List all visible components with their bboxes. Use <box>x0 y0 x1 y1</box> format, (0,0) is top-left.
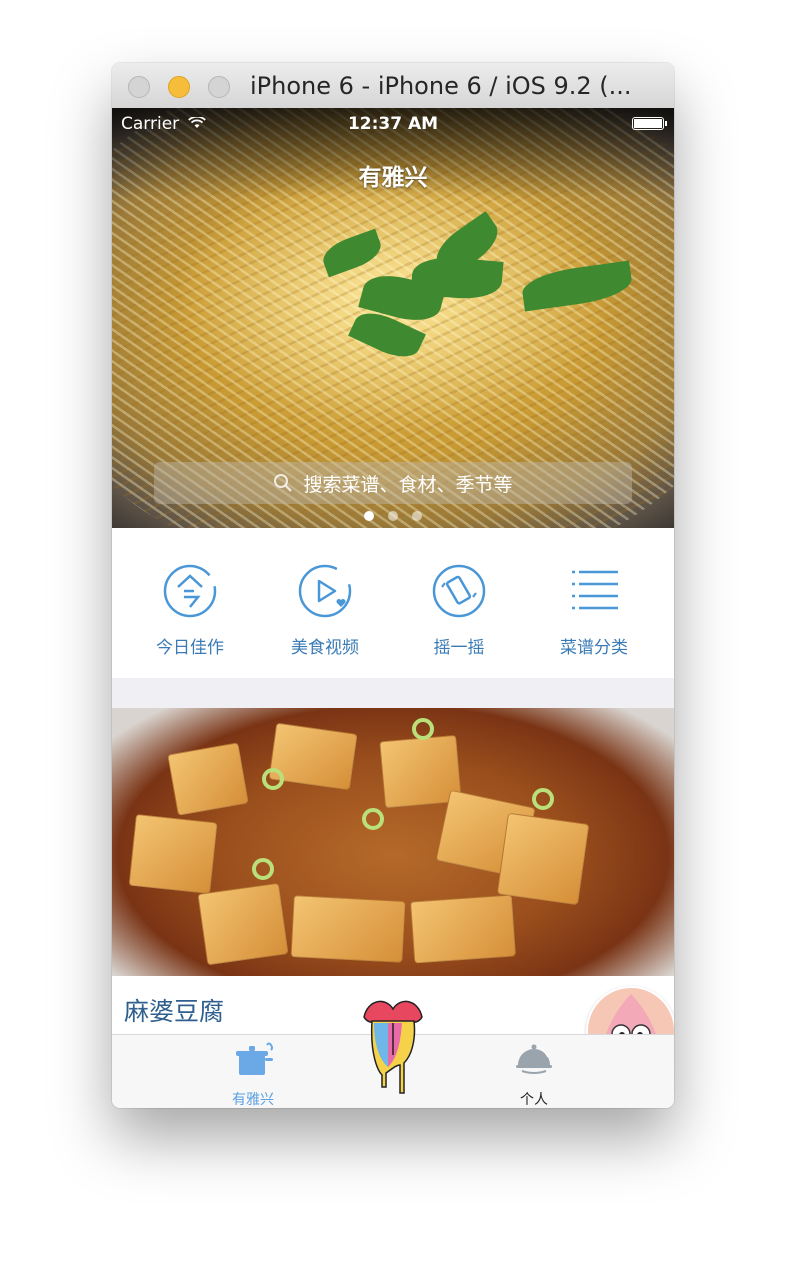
zoom-window-button[interactable] <box>208 76 230 98</box>
page-dot[interactable] <box>388 511 398 521</box>
status-bar: Carrier 12:37 AM <box>112 108 674 138</box>
scallion-slice <box>362 808 384 830</box>
tab-home[interactable]: 有雅兴 <box>188 1041 318 1108</box>
phone-screen: Carrier 12:37 AM 有雅兴 搜索菜谱、食材、季节等 今日佳作 美食… <box>112 108 674 1108</box>
window-title: iPhone 6 - iPhone 6 / iOS 9.2 (... <box>250 72 632 100</box>
search-icon <box>274 474 293 492</box>
scallion-slice <box>532 788 554 810</box>
pot-icon <box>236 1042 273 1075</box>
video-icon <box>298 564 352 618</box>
tab-label: 个人 <box>520 1092 548 1108</box>
tofu-cube <box>290 895 406 963</box>
status-time: 12:37 AM <box>347 114 439 134</box>
shortcut-label: 菜谱分类 <box>560 638 628 658</box>
page-dot[interactable] <box>364 511 374 521</box>
recipe-image[interactable] <box>112 708 674 976</box>
shortcut-label: 今日佳作 <box>156 638 224 658</box>
simulator-window: iPhone 6 - iPhone 6 / iOS 9.2 (... Carri… <box>112 63 674 1108</box>
tab-profile[interactable]: 个人 <box>469 1041 599 1108</box>
scallion-slice <box>252 858 274 880</box>
shortcut-shake[interactable]: 摇一摇 <box>394 563 524 658</box>
battery-icon <box>632 117 667 130</box>
shortcut-row: 今日佳作 美食视频 摇一摇 菜谱分类 <box>112 528 674 678</box>
close-window-button[interactable] <box>128 76 150 98</box>
search-placeholder: 搜索菜谱、食材、季节等 <box>303 473 513 496</box>
scallion-slice <box>412 718 434 740</box>
tofu-cube <box>128 813 218 895</box>
page-title: 有雅兴 <box>358 165 428 191</box>
list-icon <box>572 570 618 610</box>
scallion-slice <box>262 768 284 790</box>
hero-banner[interactable]: Carrier 12:37 AM 有雅兴 搜索菜谱、食材、季节等 <box>112 108 674 528</box>
tofu-cube <box>197 882 289 966</box>
today-icon <box>163 564 217 618</box>
tofu-cube <box>409 894 517 964</box>
shake-icon <box>432 564 486 618</box>
tofu-cube <box>496 812 590 906</box>
cloche-icon <box>516 1044 552 1074</box>
tab-bar: 有雅兴 个人 <box>112 1000 674 1108</box>
recipe-title: 麻婆豆腐 <box>124 997 225 1026</box>
shortcut-label: 摇一摇 <box>433 638 485 658</box>
tongue-logo-icon[interactable] <box>360 995 426 1105</box>
shortcut-today[interactable]: 今日佳作 <box>125 563 255 658</box>
page-dot[interactable] <box>412 511 422 521</box>
shortcut-category[interactable]: 菜谱分类 <box>529 563 659 658</box>
shortcut-video[interactable]: 美食视频 <box>260 563 390 658</box>
tab-label: 有雅兴 <box>232 1092 274 1108</box>
tofu-cube <box>167 742 249 816</box>
minimize-window-button[interactable] <box>168 76 190 98</box>
window-titlebar: iPhone 6 - iPhone 6 / iOS 9.2 (... <box>112 63 674 109</box>
search-input[interactable]: 搜索菜谱、食材、季节等 <box>154 462 632 504</box>
carousel-page-indicator[interactable] <box>112 511 674 521</box>
shortcut-label: 美食视频 <box>291 638 359 658</box>
